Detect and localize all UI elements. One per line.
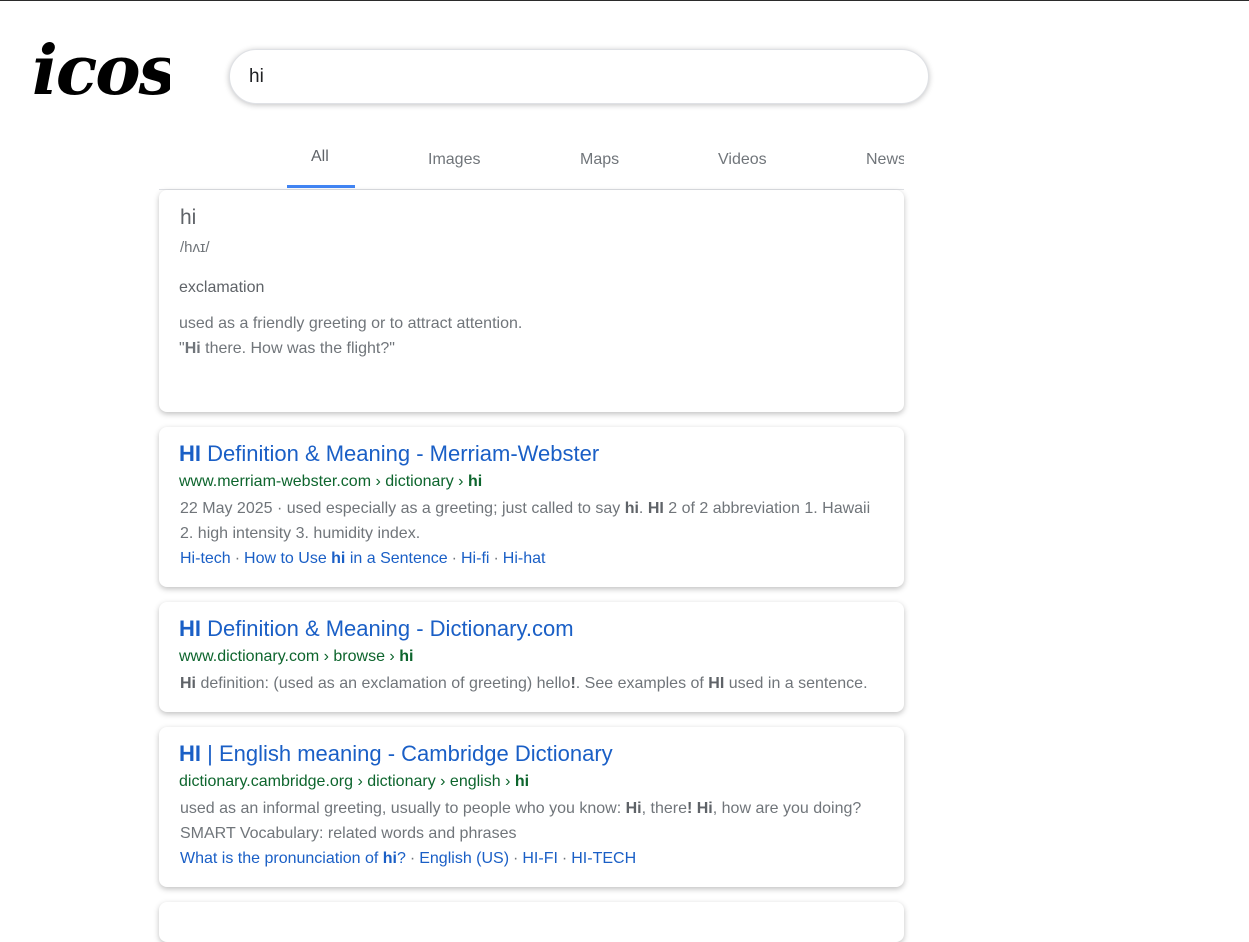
search-result: HI | English meaning - Cambridge Diction… xyxy=(159,727,904,887)
result-url[interactable]: www.merriam-webster.com › dictionary › h… xyxy=(179,473,482,491)
window-top-border xyxy=(0,0,1249,1)
result-sitelinks: What is the pronunciation of hi? · English… xyxy=(180,850,636,868)
result-title-link[interactable]: HI Definition & Meaning - Merriam-Webste… xyxy=(179,441,599,467)
sitelink-pronunciation[interactable]: What is the pronunciation of hi? xyxy=(180,850,406,867)
result-snippet-line: 22 May 2025 · used especially as a greet… xyxy=(180,500,871,517)
result-url[interactable]: www.dictionary.com › browse › hi xyxy=(179,648,413,666)
result-snippet-line: SMART Vocabulary: related words and phra… xyxy=(180,825,517,842)
dictionary-phonetic: /hʌɪ/ xyxy=(180,239,210,256)
separator-dot: · xyxy=(234,550,241,567)
search-result: HI Definition & Meaning - Merriam-Webste… xyxy=(159,427,904,587)
separator-dot: · xyxy=(493,550,499,567)
dictionary-part-of-speech: exclamation xyxy=(179,279,265,296)
dictionary-definition: used as a friendly greeting or to attrac… xyxy=(179,315,523,332)
icos-logo[interactable]: icos xyxy=(30,28,170,108)
sitelink-hi-hat[interactable]: Hi-hat xyxy=(503,550,546,567)
search-box[interactable] xyxy=(229,49,929,104)
separator-dot: · xyxy=(513,850,519,867)
result-snippet-line: used as an informal greeting, usually to… xyxy=(180,800,862,817)
tab-maps[interactable]: Maps xyxy=(580,151,619,169)
sitelink-hi-tech[interactable]: HI-TECH xyxy=(571,850,636,867)
search-input[interactable] xyxy=(249,65,889,88)
result-snippet-line: 2. high intensity 3. humidity index. xyxy=(180,525,421,542)
tab-videos[interactable]: Videos xyxy=(718,151,767,169)
search-tabs: All Images Maps Videos News xyxy=(159,136,904,190)
active-tab-indicator xyxy=(287,185,355,188)
dictionary-example: "Hi there. How was the flight?" xyxy=(179,340,395,357)
tab-news[interactable]: News xyxy=(866,151,904,169)
tab-all[interactable]: All xyxy=(311,148,329,166)
sitelink-english-us[interactable]: English (US) xyxy=(419,850,509,867)
result-sitelinks: Hi-tech · How to Use hi in a Sentence · Hi-f… xyxy=(180,550,545,568)
result-url[interactable]: dictionary.cambridge.org › dictionary › … xyxy=(179,773,529,791)
search-result: HI Definition & Meaning - Dictionary.com… xyxy=(159,602,904,712)
result-title-link[interactable]: HI Definition & Meaning - Dictionary.com xyxy=(179,616,574,642)
result-title-link[interactable]: HI | English meaning - Cambridge Diction… xyxy=(179,741,613,767)
sitelink-how-to-use[interactable]: How to Use hi in a Sentence xyxy=(244,550,448,567)
separator-dot: · xyxy=(561,850,568,867)
separator-dot: · xyxy=(451,550,457,567)
separator-dot: · xyxy=(409,850,416,867)
sitelink-hi-fi[interactable]: Hi-fi xyxy=(461,550,489,567)
result-snippet-line: Hi definition: (used as an exclamation o… xyxy=(180,675,868,692)
dictionary-card: hi /hʌɪ/ exclamation used as a friendly … xyxy=(159,190,904,412)
tab-images[interactable]: Images xyxy=(428,151,480,169)
sitelink-hi-fi[interactable]: HI-FI xyxy=(522,850,558,867)
svg-text:icos: icos xyxy=(32,31,170,108)
dictionary-word: hi xyxy=(180,206,197,229)
search-result-partial xyxy=(159,902,904,942)
sitelink-hi-tech[interactable]: Hi-tech xyxy=(180,550,231,567)
